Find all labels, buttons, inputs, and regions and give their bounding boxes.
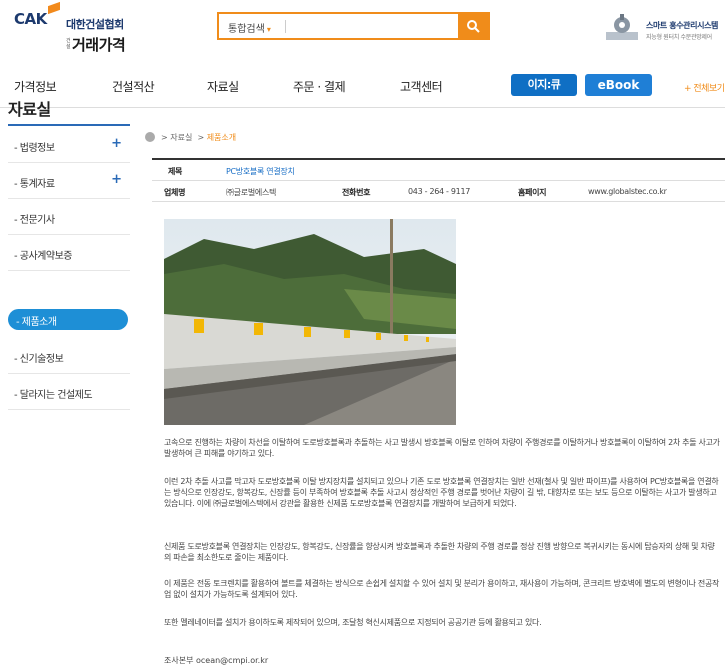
title-row: 제목 PC방호블록 연결장치	[152, 160, 725, 181]
sidebar-title-underline	[8, 124, 130, 126]
ezi-q-button[interactable]: 이지:큐	[511, 74, 577, 96]
search-input[interactable]	[289, 17, 449, 35]
search-scope-select[interactable]: 통합검색 ▾	[228, 20, 271, 35]
company-value: ㈜글로벌에스텍	[226, 188, 277, 197]
valve-gear-icon	[606, 14, 638, 40]
title-value: PC방호블록 연결장치	[226, 167, 295, 176]
sidebar-item-label: - 달라지는 건설제도	[14, 390, 93, 401]
contact-info: 조사본부 ocean@cmpi.or.kr	[164, 656, 269, 665]
breadcrumb-current: 제품소개	[206, 133, 237, 142]
sidebar-item-contract-guarantee[interactable]: - 공사계약보증	[8, 235, 130, 271]
product-info-table: 제목 PC방호블록 연결장치 업체명 ㈜글로벌에스텍 전화번호 043 - 26…	[152, 158, 725, 202]
nav-customer-center[interactable]: 고객센터	[400, 78, 443, 95]
description-paragraph-5: 또한 멜레네이터를 설치가 용이하도록 제작되어 있으며, 조달청 혁신시제품으…	[164, 618, 542, 627]
logo-brand: CAK	[14, 10, 47, 28]
nav-estimation[interactable]: 건설적산	[112, 78, 155, 95]
breadcrumb: > 자료실 > 제품소개	[145, 132, 236, 143]
global-nav: 가격정보 건설적산 자료실 주문 · 결제 고객센터 이지:큐 eBook + …	[0, 64, 725, 108]
search-icon	[467, 20, 480, 33]
breadcrumb-archive[interactable]: 자료실	[170, 133, 192, 142]
logo-roof-mark	[48, 1, 60, 15]
sidebar-item-label: - 통계자료	[14, 179, 55, 190]
breadcrumb-sep: >	[161, 133, 168, 142]
sidebar-item-label: - 신기술정보	[14, 354, 64, 365]
nav-price-info[interactable]: 가격정보	[14, 78, 57, 95]
sidebar-item-label: - 제품소개	[16, 317, 57, 328]
search-bar: 통합검색 ▾	[217, 12, 490, 40]
banner-subtitle: 지능형 원터치 수문관망제어	[646, 34, 712, 41]
sidebar-item-statistics[interactable]: - 통계자료 +	[8, 163, 130, 199]
ebook-button[interactable]: eBook	[585, 74, 652, 96]
site-logo[interactable]: CAK 대한건설협회 건설 거래가격	[14, 1, 134, 56]
home-icon[interactable]	[145, 132, 155, 142]
sidebar-item-articles[interactable]: - 전문기사	[8, 199, 130, 235]
sidebar-item-law[interactable]: - 법령정보 +	[8, 127, 130, 163]
sidebar-item-label: - 전문기사	[14, 215, 55, 226]
search-divider	[285, 20, 286, 33]
phone-label: 전화번호	[342, 188, 371, 197]
homepage-label: 홈페이지	[518, 188, 547, 197]
sidebar-item-changing-system[interactable]: - 달라지는 건설제도	[8, 374, 130, 410]
logo-association: 대한건설협회	[66, 18, 124, 31]
sidebar-item-products[interactable]: - 제품소개	[8, 301, 130, 337]
all-menu-link[interactable]: + 전체보기	[684, 81, 725, 94]
sidebar-title: 자료실	[8, 100, 51, 119]
nav-order-payment[interactable]: 주문 · 결제	[293, 78, 346, 95]
homepage-link[interactable]: www.globalstec.co.kr	[588, 187, 667, 196]
title-label: 제목	[168, 167, 183, 176]
chevron-down-icon: ▾	[266, 25, 271, 34]
description-paragraph-3: 신제품 도로방호블록 연결장치는 인장강도, 항복강도, 신장률을 향상시켜 방…	[164, 542, 715, 562]
breadcrumb-sep: >	[197, 133, 205, 142]
smart-flood-banner[interactable]: 스마트 홍수관리시스템 지능형 원터치 수문관망제어	[604, 14, 725, 44]
plus-icon[interactable]: +	[111, 136, 122, 151]
sidebar-item-label: - 공사계약보증	[14, 251, 73, 262]
plus-icon[interactable]: +	[111, 172, 122, 187]
logo-service: 거래가격	[72, 36, 126, 54]
search-button[interactable]	[458, 14, 488, 38]
nav-archive[interactable]: 자료실	[207, 78, 239, 95]
product-photo	[164, 219, 456, 425]
sidebar-item-label: - 법령정보	[14, 143, 55, 154]
description-paragraph-1: 고속으로 진행하는 차량이 차선을 이탈하여 도로방호블록과 추돌하는 사고 발…	[164, 438, 720, 458]
sidebar-item-new-tech[interactable]: - 신기술정보	[8, 338, 130, 374]
phone-value: 043 - 264 - 9117	[408, 187, 471, 196]
description-paragraph-2: 이런 2차 추돌 사고를 막고자 도로방호블록 이탈 방지장치를 설치되고 있으…	[164, 477, 719, 508]
description-paragraph-4: 이 제품은 전동 토크렌치를 활용하여 볼트를 체결하는 방식으로 손쉽게 설치…	[164, 579, 720, 599]
company-label: 업체명	[164, 188, 186, 197]
company-row: 업체명 ㈜글로벌에스텍 전화번호 043 - 264 - 9117 홈페이지 w…	[152, 181, 725, 202]
banner-title: 스마트 홍수관리시스템	[646, 21, 718, 30]
